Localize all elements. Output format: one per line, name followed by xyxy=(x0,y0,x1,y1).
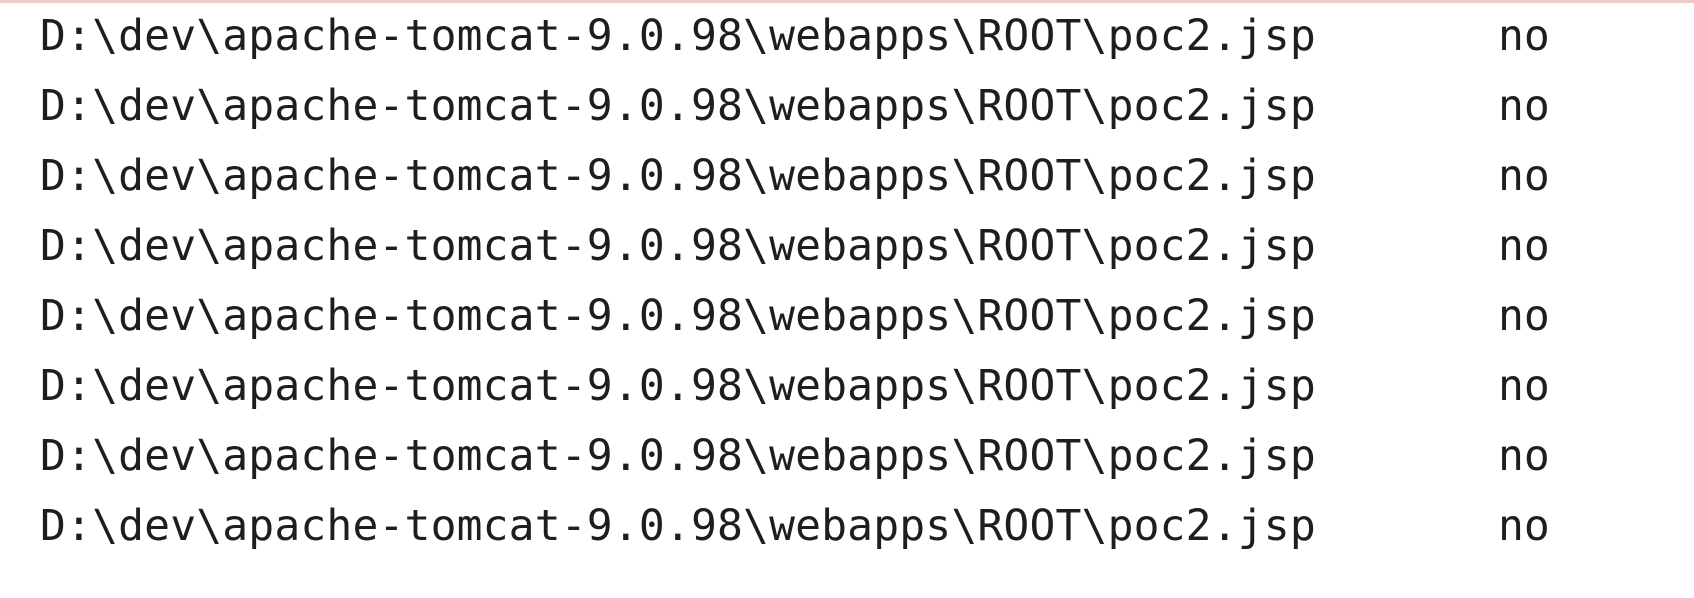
status-value: no xyxy=(1498,221,1550,271)
output-row: D:\dev\apache-tomcat-9.0.98\webapps\ROOT… xyxy=(0,11,1694,81)
file-path: D:\dev\apache-tomcat-9.0.98\webapps\ROOT… xyxy=(40,501,1316,551)
status-value: no xyxy=(1498,11,1550,61)
output-row: D:\dev\apache-tomcat-9.0.98\webapps\ROOT… xyxy=(0,361,1694,431)
file-path: D:\dev\apache-tomcat-9.0.98\webapps\ROOT… xyxy=(40,11,1316,61)
file-path: D:\dev\apache-tomcat-9.0.98\webapps\ROOT… xyxy=(40,291,1316,341)
console-output-panel: D:\dev\apache-tomcat-9.0.98\webapps\ROOT… xyxy=(0,0,1694,598)
output-row: D:\dev\apache-tomcat-9.0.98\webapps\ROOT… xyxy=(0,501,1694,571)
status-value: no xyxy=(1498,501,1550,551)
status-value: no xyxy=(1498,291,1550,341)
output-row: D:\dev\apache-tomcat-9.0.98\webapps\ROOT… xyxy=(0,431,1694,501)
output-row: D:\dev\apache-tomcat-9.0.98\webapps\ROOT… xyxy=(0,221,1694,291)
status-value: no xyxy=(1498,151,1550,201)
file-path: D:\dev\apache-tomcat-9.0.98\webapps\ROOT… xyxy=(40,151,1316,201)
file-path: D:\dev\apache-tomcat-9.0.98\webapps\ROOT… xyxy=(40,221,1316,271)
file-path: D:\dev\apache-tomcat-9.0.98\webapps\ROOT… xyxy=(40,81,1316,131)
status-value: no xyxy=(1498,431,1550,481)
status-value: no xyxy=(1498,81,1550,131)
status-value: no xyxy=(1498,361,1550,411)
file-path: D:\dev\apache-tomcat-9.0.98\webapps\ROOT… xyxy=(40,361,1316,411)
file-path: D:\dev\apache-tomcat-9.0.98\webapps\ROOT… xyxy=(40,431,1316,481)
output-row: D:\dev\apache-tomcat-9.0.98\webapps\ROOT… xyxy=(0,81,1694,151)
output-row: D:\dev\apache-tomcat-9.0.98\webapps\ROOT… xyxy=(0,291,1694,361)
output-row: D:\dev\apache-tomcat-9.0.98\webapps\ROOT… xyxy=(0,151,1694,221)
